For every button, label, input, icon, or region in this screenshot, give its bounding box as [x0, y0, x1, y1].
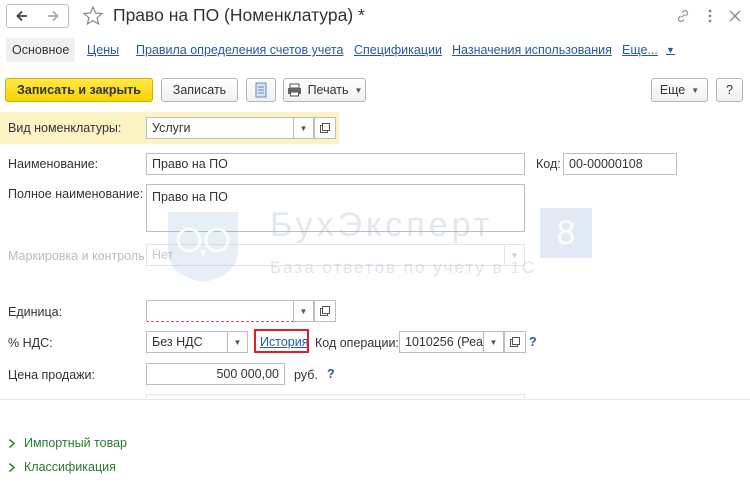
tab-usage-purposes[interactable]: Назначения использования [452, 38, 612, 62]
more-vertical-icon[interactable] [701, 7, 719, 25]
section-classification-label: Классификация [24, 460, 116, 474]
kind-dropdown-chevron-icon[interactable]: ▼ [294, 117, 314, 139]
code-input[interactable]: 00-00000108 [563, 153, 677, 175]
tab-more[interactable]: Еще... [622, 38, 658, 62]
operation-code-dropdown-chevron-icon[interactable]: ▼ [484, 331, 504, 353]
more-actions-label: Еще [659, 83, 686, 97]
arrow-right-icon [47, 10, 59, 22]
tab-prices[interactable]: Цены [87, 38, 119, 62]
code-label: Код: [536, 157, 561, 171]
title-bar: Право на ПО (Номенклатура) * [0, 0, 750, 32]
operation-code-help-icon[interactable]: ? [529, 335, 537, 349]
operation-code-select[interactable]: 1010256 (Реал [399, 331, 484, 353]
print-label: Печать [307, 83, 349, 97]
forward-button[interactable] [37, 4, 69, 28]
link-icon[interactable] [674, 7, 692, 25]
document-list-button[interactable] [246, 78, 276, 102]
chevron-down-icon: ▼ [354, 85, 363, 95]
tabs-bar: Основное Цены Правила определения счетов… [0, 38, 750, 62]
kind-open-button[interactable] [314, 117, 336, 139]
unit-dropdown-chevron-icon[interactable]: ▼ [294, 300, 314, 322]
vat-label: % НДС: [8, 336, 53, 350]
close-icon[interactable] [726, 7, 744, 25]
back-button[interactable] [6, 4, 38, 28]
window-title: Право на ПО (Номенклатура) * [113, 5, 365, 25]
vat-dropdown-chevron-icon[interactable]: ▼ [228, 331, 248, 353]
marking-label: Маркировка и контроль: [8, 249, 149, 263]
help-button[interactable]: ? [716, 78, 743, 102]
full-name-textarea[interactable]: Право на ПО [146, 184, 525, 232]
section-divider [0, 399, 750, 400]
section-imported-goods[interactable]: Импортный товар [8, 436, 127, 450]
name-label: Наименование: [8, 157, 99, 171]
open-window-icon [510, 337, 520, 347]
marking-dropdown-chevron-icon[interactable]: ▼ [505, 244, 525, 266]
chevron-right-icon [9, 438, 16, 448]
tabs-more-chevron-icon[interactable]: ▼ [666, 38, 675, 62]
section-classification[interactable]: Классификация [8, 460, 116, 474]
kind-select[interactable]: Услуги [146, 117, 294, 139]
name-input[interactable]: Право на ПО [146, 153, 525, 175]
price-label: Цена продажи: [8, 368, 95, 382]
unit-label: Единица: [8, 305, 63, 319]
open-window-icon [320, 123, 330, 133]
printer-icon [287, 83, 301, 97]
save-button[interactable]: Записать [161, 78, 238, 102]
kind-label: Вид номенклатуры: [8, 121, 122, 135]
price-input[interactable]: 500 000,00 [146, 363, 285, 385]
chevron-right-icon [9, 462, 16, 472]
save-and-close-button[interactable]: Записать и закрыть [5, 78, 153, 102]
unit-select[interactable] [146, 300, 294, 322]
open-window-icon [320, 306, 330, 316]
price-help-icon[interactable]: ? [327, 367, 335, 381]
history-highlight-box [254, 329, 309, 353]
unit-open-button[interactable] [314, 300, 336, 322]
favorite-star-icon[interactable] [82, 5, 104, 30]
arrow-left-icon [16, 10, 27, 22]
marking-select[interactable]: Нет [146, 244, 505, 266]
tab-account-rules[interactable]: Правила определения счетов учета [136, 38, 343, 62]
operation-code-label: Код операции: [315, 336, 399, 350]
section-imported-goods-label: Импортный товар [24, 436, 127, 450]
tab-specifications[interactable]: Спецификации [354, 38, 442, 62]
full-name-label: Полное наименование: [8, 187, 144, 201]
print-button[interactable]: Печать ▼ [283, 78, 366, 102]
chevron-down-icon: ▼ [691, 85, 700, 95]
more-actions-button[interactable]: Еще ▼ [651, 78, 708, 102]
tab-main[interactable]: Основное [6, 38, 76, 62]
watermark-digit: 8 [540, 208, 592, 258]
document-list-icon [255, 82, 267, 98]
vat-select[interactable]: Без НДС [146, 331, 228, 353]
operation-code-open-button[interactable] [504, 331, 526, 353]
price-currency: руб. [294, 368, 318, 382]
